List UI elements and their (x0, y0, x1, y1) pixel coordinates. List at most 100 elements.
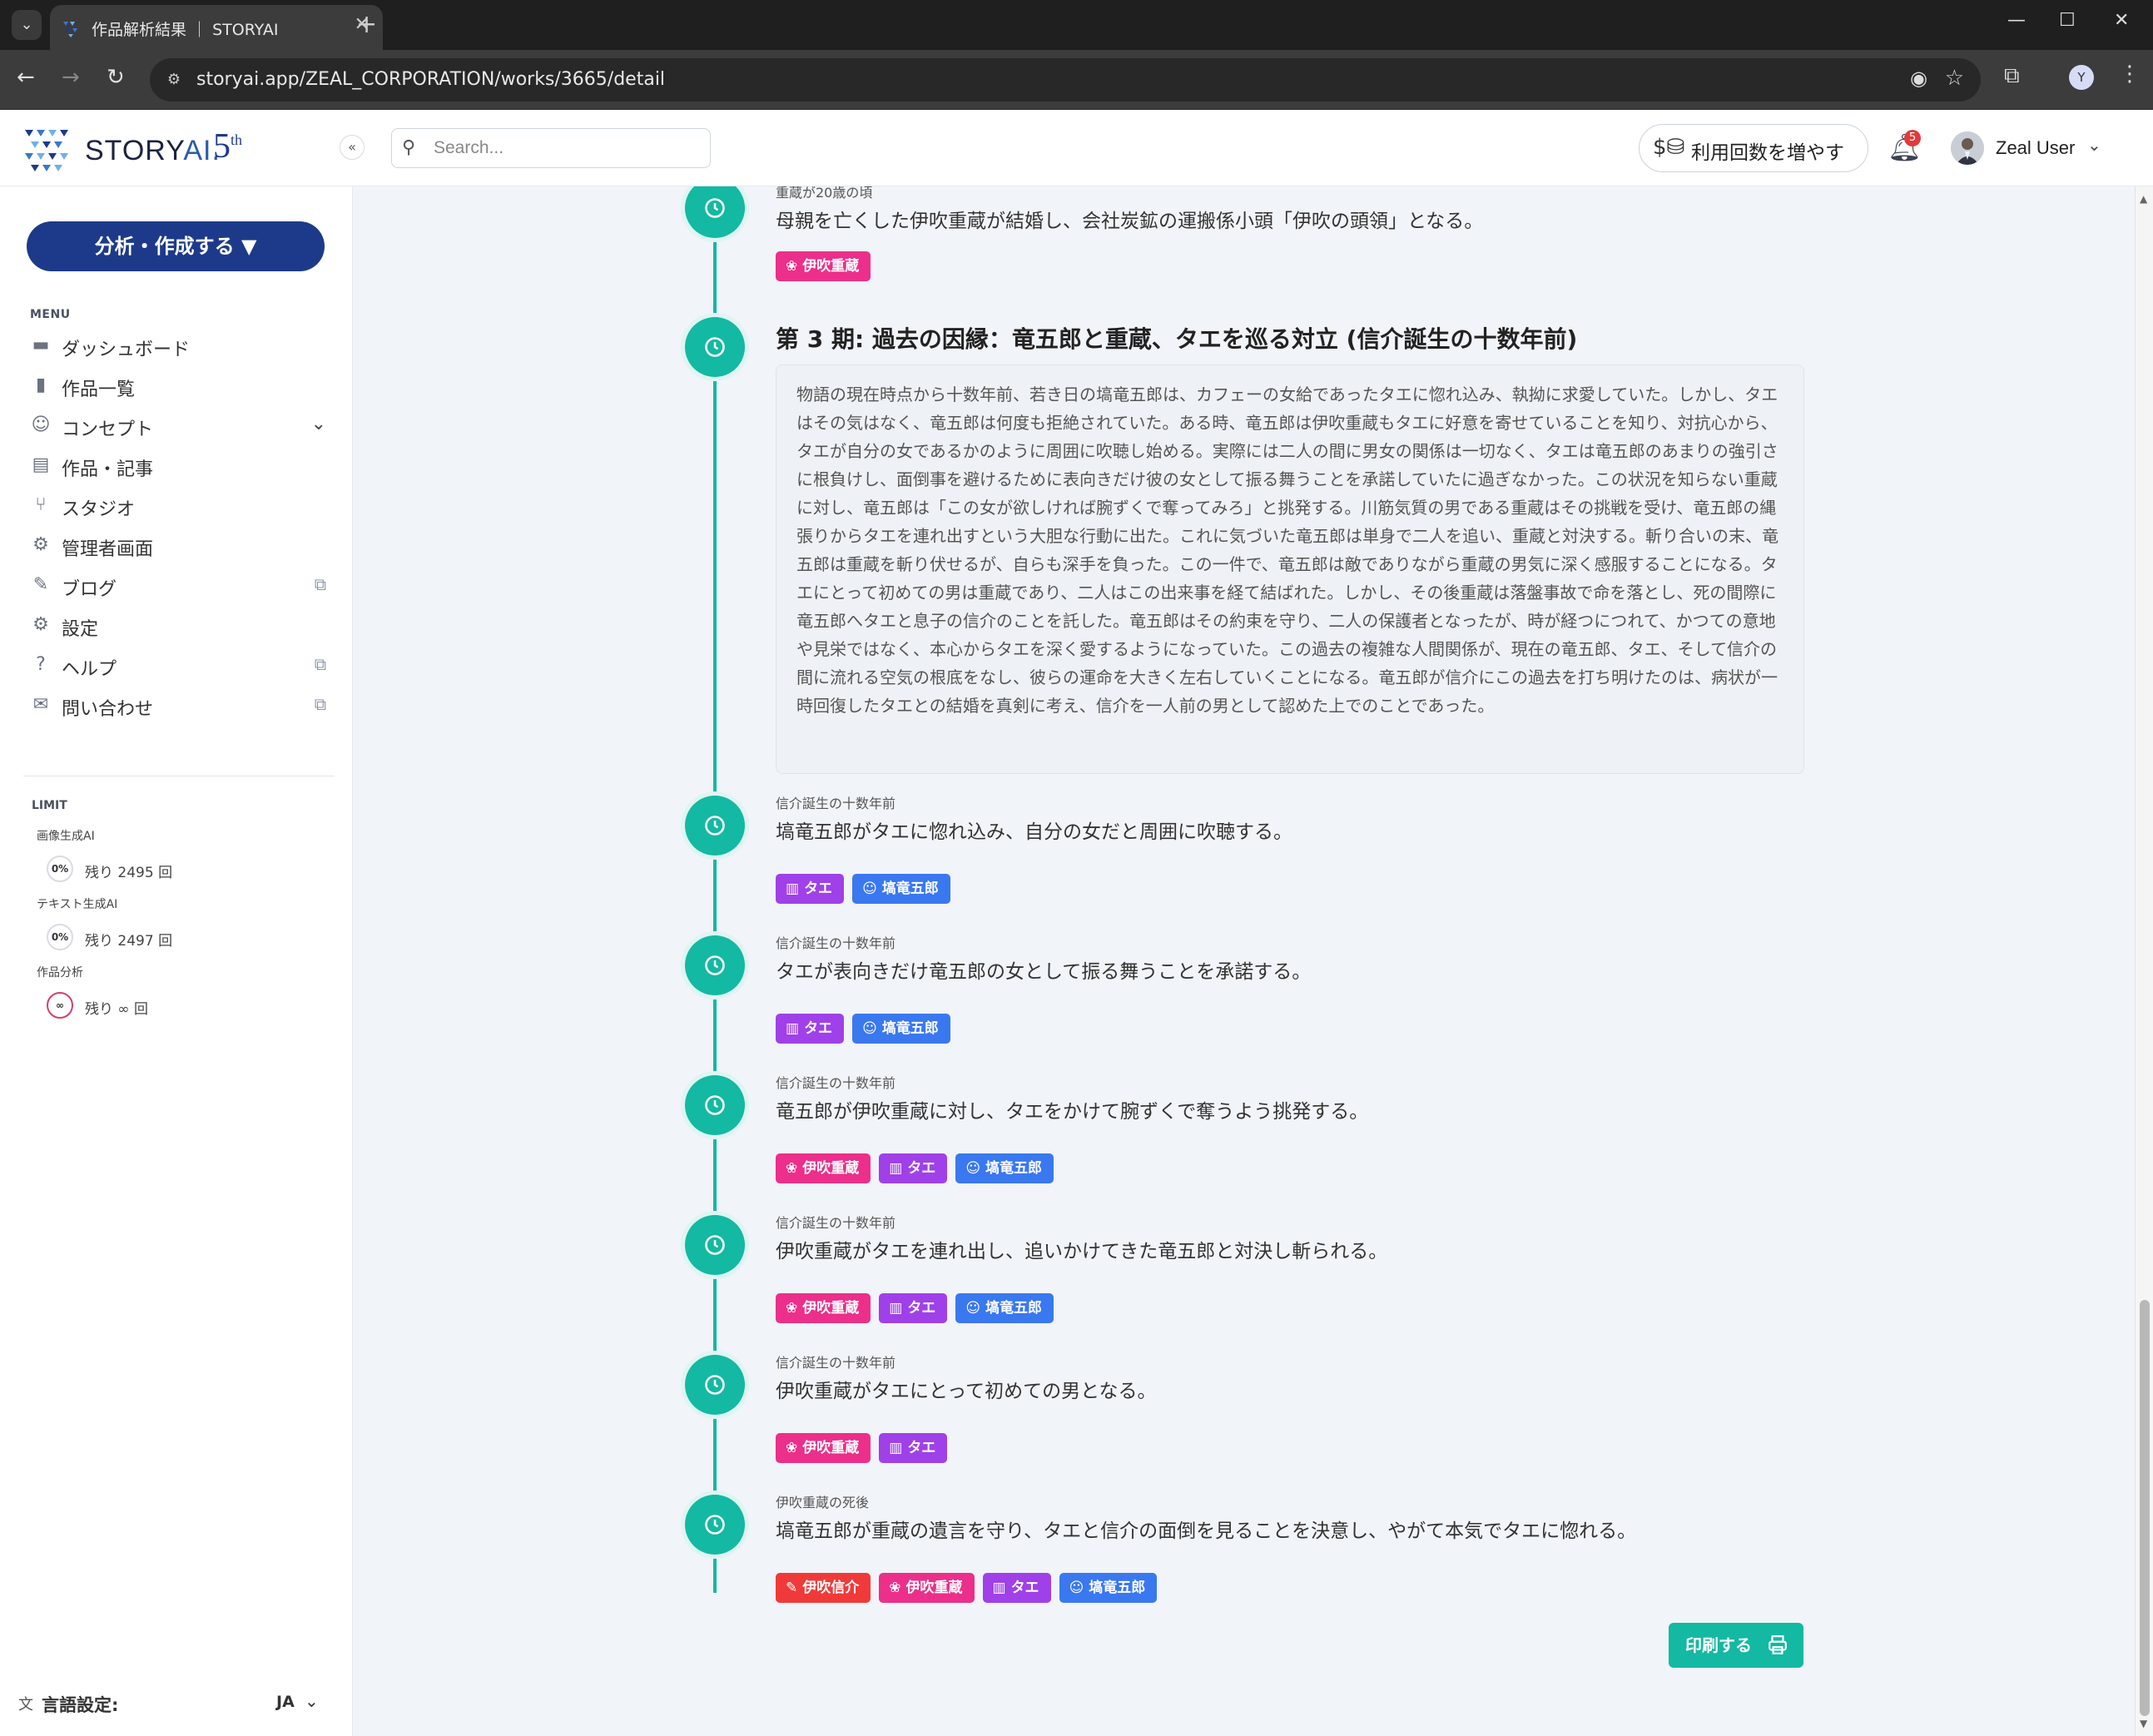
chevron-down-icon[interactable]: ⌄ (2087, 135, 2101, 155)
browser-address-bar: ← → ↻ ⚙ storyai.app/ZEAL_CORPORATION/wor… (0, 50, 2153, 110)
chevron-down-icon[interactable]: ⌄ (311, 414, 326, 434)
tag-character-juzo[interactable]: ❀ 伊吹重蔵 (879, 1573, 975, 1603)
site-settings-icon[interactable]: ⚙ (163, 69, 185, 91)
maximize-icon[interactable]: ☐ (2059, 10, 2076, 31)
sidebar-item-help[interactable]: ? ヘルプ ⧉ (30, 651, 326, 681)
sidebar-item-admin[interactable]: ⚙ 管理者画面 (30, 531, 326, 561)
tag-character-tae[interactable]: ▥ タエ (879, 1293, 948, 1323)
sidebar-item-dashboard[interactable]: ▬ ダッシュボード (30, 331, 326, 361)
tag-character-juzo[interactable]: ❀ 伊吹重蔵 (776, 251, 871, 281)
scrollbar[interactable]: ▲ ▼ (2135, 186, 2153, 1736)
tag-character-shinsuke[interactable]: ✎ 伊吹信介 (776, 1573, 871, 1603)
tag-character-ryugoro[interactable]: ☺ 塙竜五郎 (955, 1153, 1054, 1183)
user-avatar[interactable] (1951, 131, 1984, 165)
dashboard-icon: ▬ (32, 335, 50, 355)
limit-label-image-ai: 画像生成AI (37, 830, 95, 843)
browser-tab-active[interactable]: 作品解析結果 ｜ STORYAI ✕ (50, 5, 383, 50)
storyai-logo[interactable]: STORYAI. 5th (25, 126, 275, 173)
person-circle-icon: ☺ (965, 1160, 981, 1177)
new-tab-plus-icon[interactable]: + (356, 10, 377, 40)
tag-label: 塙竜五郎 (881, 1020, 939, 1037)
sidebar-item-concept[interactable]: ☺ コンセプト ⌄ (30, 411, 326, 441)
tag-character-ryugoro[interactable]: ☺ 塙竜五郎 (852, 874, 950, 904)
bookmark-star-icon[interactable]: ☆ (1945, 66, 1964, 91)
document-icon: ▮ (35, 374, 47, 395)
sidebar-item-studio[interactable]: ⑂ スタジオ (30, 491, 326, 521)
scroll-down-icon[interactable]: ▼ (2140, 1718, 2147, 1729)
language-value[interactable]: JA (276, 1693, 295, 1711)
tag-character-tae[interactable]: ▥ タエ (982, 1573, 1051, 1603)
tag-character-tae[interactable]: ▥ タエ (776, 874, 845, 904)
sidebar-item-label: 作品・記事 (62, 459, 154, 480)
limit-label-text-ai: テキスト生成AI (37, 898, 118, 911)
timeline-clock-icon (685, 1495, 745, 1555)
tag-character-juzo[interactable]: ❀ 伊吹重蔵 (776, 1153, 871, 1183)
printer-icon (1769, 1635, 1787, 1654)
minimize-icon[interactable]: — (2007, 10, 2026, 31)
timeline-event: 信介誕生の十数年前 伊吹重蔵がタエを連れ出し、追いかけてきた竜五郎と対決し斬られる… (776, 1212, 1808, 1323)
person-circle-icon: ☺ (965, 1300, 981, 1317)
event-tags: ▥ タエ ☺ 塙竜五郎 (776, 874, 1808, 904)
url-omnibox[interactable]: ⚙ storyai.app/ZEAL_CORPORATION/works/366… (150, 58, 1981, 102)
phase-summary-box: 物語の現在時点から十数年前、若き日の塙竜五郎は、カフェーの女給であったタエに惚れ… (776, 365, 1804, 774)
tab-title: 作品解析結果 ｜ STORYAI (92, 21, 279, 39)
window-close-icon[interactable]: ✕ (2114, 10, 2129, 31)
tag-character-juzo[interactable]: ❀ 伊吹重蔵 (776, 1433, 871, 1463)
limit-remaining: 残り 2495 回 (85, 865, 173, 881)
url-text[interactable]: storyai.app/ZEAL_CORPORATION/works/3665/… (196, 69, 665, 90)
chevron-down-icon[interactable]: ⌄ (305, 1691, 319, 1711)
tag-label: 塙竜五郎 (1089, 1580, 1146, 1596)
sidebar-item-label: 問い合わせ (62, 699, 154, 720)
sidebar-item-works[interactable]: ▮ 作品一覧 (30, 371, 326, 401)
event-tags: ❀ 伊吹重蔵 ▥ タエ ☺ 塙竜五郎 (776, 1153, 1808, 1183)
reload-icon[interactable]: ↻ (107, 65, 125, 90)
sidebar-item-blog[interactable]: ✎ ブログ ⧉ (30, 571, 326, 601)
tag-character-ryugoro[interactable]: ☺ 塙竜五郎 (1059, 1573, 1158, 1603)
event-title: 伊吹重蔵がタエにとって初めての男となる。 (776, 1381, 1157, 1402)
profile-avatar[interactable]: Y (2069, 65, 2094, 90)
timeline-event: 信介誕生の十数年前 タエが表向きだけ竜五郎の女として振る舞うことを承諾する。 ▥ タエ… (776, 932, 1808, 1044)
extensions-puzzle-icon[interactable]: ⧉ (2004, 63, 2020, 89)
logo-5th-anniversary: 5th (213, 127, 243, 166)
external-link-icon: ⧉ (314, 694, 326, 714)
sidebar-item-articles[interactable]: ▤ 作品・記事 (30, 451, 326, 481)
print-button[interactable]: 印刷する (1669, 1623, 1803, 1668)
forward-arrow-icon[interactable]: → (62, 65, 80, 90)
event-tags: ✎ 伊吹信介 ❀ 伊吹重蔵 ▥ タエ ☺ 塙竜五郎 (776, 1573, 1808, 1603)
tag-label: 塙竜五郎 (985, 1160, 1043, 1177)
event-title: 母親を亡くした伊吹重蔵が結婚し、会社炭鉱の運搬係小頭「伊吹の頭領」となる。 (776, 211, 1484, 232)
gear-icon: ⚙ (32, 534, 49, 555)
tag-character-juzo[interactable]: ❀ 伊吹重蔵 (776, 1293, 871, 1323)
browser-menu-dots-icon[interactable]: ⋮ (2119, 62, 2141, 87)
search-box[interactable]: ⚲ (391, 128, 711, 168)
scrollbar-thumb[interactable] (2140, 1300, 2150, 1716)
tag-character-ryugoro[interactable]: ☺ 塙竜五郎 (955, 1293, 1054, 1323)
sidebar-item-label: ダッシュボード (62, 340, 191, 360)
analyze-create-button[interactable]: 分析・作成する ▼ (27, 221, 325, 271)
tag-character-ryugoro[interactable]: ☺ 塙竜五郎 (852, 1014, 950, 1044)
back-arrow-icon[interactable]: ← (17, 65, 35, 90)
sidebar-item-settings[interactable]: ⚙ 設定 (30, 611, 326, 641)
increase-credits-button[interactable]: $⛁ 利用回数を増やす (1639, 124, 1868, 172)
print-label: 印刷する (1685, 1635, 1752, 1655)
external-link-icon: ⧉ (314, 574, 326, 594)
book-icon: ▥ (889, 1440, 903, 1456)
flower-icon: ❀ (786, 1440, 798, 1456)
tag-character-tae[interactable]: ▥ タエ (879, 1153, 948, 1183)
tag-character-tae[interactable]: ▥ タエ (776, 1014, 845, 1044)
tab-list-chevron-icon[interactable]: ⌄ (12, 10, 42, 40)
smile-icon: ☺ (31, 414, 51, 435)
eye-icon[interactable]: ◉ (1910, 67, 1927, 90)
tag-character-tae[interactable]: ▥ タエ (879, 1433, 948, 1463)
tag-label: 塙竜五郎 (881, 880, 939, 897)
sidebar-item-contact[interactable]: ✉ 問い合わせ ⧉ (30, 691, 326, 721)
search-input[interactable] (434, 136, 700, 161)
tag-label: 塙竜五郎 (985, 1300, 1043, 1317)
sidebar-collapse-button[interactable]: « (340, 135, 365, 160)
user-name[interactable]: Zeal User (1996, 137, 2075, 159)
external-link-icon: ⧉ (314, 654, 326, 674)
event-time-label: 重蔵が20歳の頃 (776, 186, 873, 201)
timeline-clock-icon (685, 796, 745, 856)
scroll-up-icon[interactable]: ▲ (2140, 193, 2147, 205)
language-selector[interactable]: 文 言語設定: JA ⌄ (18, 1689, 335, 1719)
